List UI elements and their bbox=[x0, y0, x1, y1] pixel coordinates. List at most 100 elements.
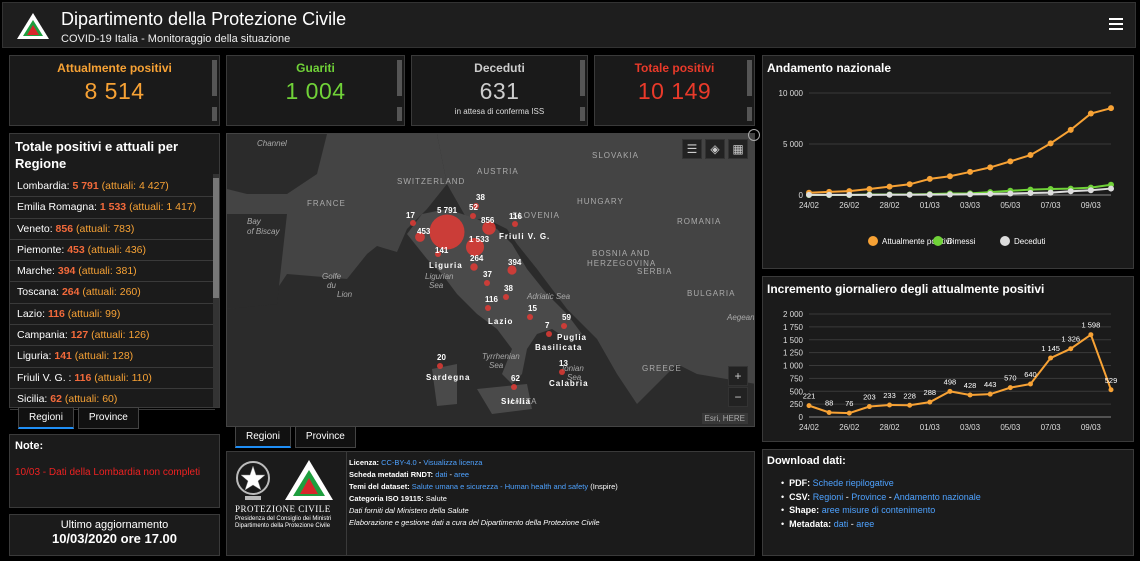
map-bubble[interactable] bbox=[527, 314, 533, 320]
legend-marker[interactable] bbox=[868, 236, 878, 246]
map-bubble[interactable] bbox=[429, 214, 465, 250]
data-point[interactable] bbox=[1047, 140, 1054, 147]
legend-label[interactable]: Deceduti bbox=[1014, 237, 1046, 246]
zoom-out-button[interactable]: − bbox=[728, 387, 748, 407]
legend-label[interactable]: Dimessi bbox=[947, 237, 976, 246]
pdf-link[interactable]: Schede riepilogative bbox=[813, 478, 894, 488]
region-row[interactable]: Campania: 127 (attuali: 126) bbox=[10, 325, 215, 347]
scheda-aree-link[interactable]: aree bbox=[454, 470, 469, 479]
map-bubble[interactable] bbox=[561, 323, 567, 329]
expand-icon[interactable] bbox=[748, 129, 760, 141]
map-bubble[interactable] bbox=[437, 363, 443, 369]
map-canvas[interactable]: SWITZERLAND AUSTRIA HUNGARY SLOVAKIA FRANCE S… bbox=[227, 134, 755, 427]
data-point[interactable] bbox=[967, 191, 974, 198]
region-row[interactable]: Lombardia: 5 791 (attuali: 4 427) bbox=[10, 176, 215, 198]
csv-regioni-link[interactable]: Regioni bbox=[813, 492, 844, 502]
map-bubble[interactable] bbox=[484, 280, 490, 286]
tab-province[interactable]: Province bbox=[77, 407, 139, 429]
data-point[interactable] bbox=[987, 164, 994, 171]
data-point[interactable] bbox=[1027, 189, 1034, 196]
data-point[interactable] bbox=[946, 173, 953, 180]
map-bubble[interactable] bbox=[470, 263, 478, 271]
data-point[interactable] bbox=[906, 191, 913, 198]
data-point[interactable] bbox=[887, 402, 893, 408]
data-point[interactable] bbox=[1087, 187, 1094, 194]
licenza-link[interactable]: CC-BY-4.0 bbox=[381, 458, 417, 467]
tab-regioni[interactable]: Regioni bbox=[18, 407, 74, 429]
view-license-link[interactable]: Visualizza licenza bbox=[423, 458, 482, 467]
data-point[interactable] bbox=[866, 404, 872, 410]
layers-icon[interactable]: ◈ bbox=[705, 139, 725, 159]
csv-andamento-link[interactable]: Andamento nazionale bbox=[894, 492, 981, 502]
data-point[interactable] bbox=[946, 191, 953, 198]
map-bubble[interactable] bbox=[559, 369, 565, 375]
data-point[interactable] bbox=[1007, 158, 1014, 165]
data-point[interactable] bbox=[1088, 332, 1094, 338]
hamburger-menu-icon[interactable] bbox=[1109, 18, 1123, 32]
metadata-dati-link[interactable]: dati bbox=[834, 519, 849, 529]
region-row[interactable]: Marche: 394 (attuali: 381) bbox=[10, 261, 215, 283]
data-point[interactable] bbox=[1047, 189, 1054, 196]
region-row[interactable]: Lazio: 116 (attuali: 99) bbox=[10, 304, 215, 326]
tab-map-regioni[interactable]: Regioni bbox=[235, 426, 291, 448]
map-bubble[interactable] bbox=[512, 221, 518, 227]
map-bubble[interactable] bbox=[503, 294, 509, 300]
map-panel[interactable]: SWITZERLAND AUSTRIA HUNGARY SLOVAKIA FRANCE S… bbox=[226, 133, 755, 427]
data-point[interactable] bbox=[1087, 110, 1094, 117]
data-point[interactable] bbox=[1067, 126, 1074, 133]
data-point[interactable] bbox=[987, 190, 994, 197]
region-row[interactable]: Emilia Romagna: 1 533 (attuali: 1 417) bbox=[10, 197, 215, 219]
map-bubble[interactable] bbox=[410, 220, 416, 226]
metadata-aree-link[interactable]: aree bbox=[856, 519, 874, 529]
data-point[interactable] bbox=[967, 168, 974, 175]
data-point[interactable] bbox=[846, 191, 853, 198]
map-bubble[interactable] bbox=[470, 213, 476, 219]
data-point[interactable] bbox=[906, 181, 913, 188]
list-scrollbar[interactable] bbox=[213, 174, 219, 407]
data-point[interactable] bbox=[1027, 152, 1034, 159]
data-point[interactable] bbox=[1108, 105, 1114, 112]
data-point[interactable] bbox=[846, 410, 852, 416]
data-point[interactable] bbox=[947, 388, 953, 394]
data-point[interactable] bbox=[1027, 381, 1033, 387]
region-row[interactable]: Veneto: 856 (attuali: 783) bbox=[10, 219, 215, 240]
data-point[interactable] bbox=[886, 191, 893, 198]
data-point[interactable] bbox=[826, 191, 833, 198]
data-point[interactable] bbox=[1108, 185, 1114, 192]
data-point[interactable] bbox=[866, 186, 873, 193]
data-point[interactable] bbox=[1007, 190, 1014, 197]
legend-marker[interactable] bbox=[933, 236, 943, 246]
region-row[interactable]: Piemonte: 453 (attuali: 436) bbox=[10, 240, 215, 262]
data-point[interactable] bbox=[926, 175, 933, 182]
temi-link[interactable]: Salute umana e sicurezza - Human health … bbox=[412, 482, 588, 491]
qr-code-icon[interactable]: ▦ bbox=[728, 139, 748, 159]
map-bubble[interactable] bbox=[511, 384, 517, 390]
data-point[interactable] bbox=[926, 191, 933, 198]
data-point[interactable] bbox=[1007, 385, 1013, 391]
data-point[interactable] bbox=[806, 403, 812, 409]
data-point[interactable] bbox=[907, 402, 913, 408]
map-bubble[interactable] bbox=[485, 305, 491, 311]
data-point[interactable] bbox=[806, 191, 812, 198]
map-bubble[interactable] bbox=[546, 331, 552, 337]
zoom-in-button[interactable]: + bbox=[728, 366, 748, 386]
data-point[interactable] bbox=[886, 183, 893, 190]
legend-icon[interactable]: ☰ bbox=[682, 139, 702, 159]
shape-link[interactable]: aree misure di contenimento bbox=[822, 505, 936, 515]
region-row[interactable]: Friuli V. G. : 116 (attuali: 110) bbox=[10, 368, 215, 389]
region-row[interactable]: Toscana: 264 (attuali: 260) bbox=[10, 282, 215, 304]
data-point[interactable] bbox=[1068, 346, 1074, 352]
csv-province-link[interactable]: Province bbox=[851, 492, 886, 502]
data-point[interactable] bbox=[1067, 188, 1074, 195]
scheda-dati-link[interactable]: dati bbox=[435, 470, 447, 479]
data-point[interactable] bbox=[826, 409, 832, 415]
data-point[interactable] bbox=[927, 399, 933, 405]
data-point[interactable] bbox=[1108, 387, 1114, 393]
tab-map-province[interactable]: Province bbox=[294, 426, 356, 448]
data-point[interactable] bbox=[866, 191, 873, 198]
region-row[interactable]: Liguria: 141 (attuali: 128) bbox=[10, 346, 215, 368]
data-point[interactable] bbox=[987, 391, 993, 397]
data-point[interactable] bbox=[967, 392, 973, 398]
legend-marker[interactable] bbox=[1000, 236, 1010, 246]
data-point[interactable] bbox=[1048, 355, 1054, 361]
